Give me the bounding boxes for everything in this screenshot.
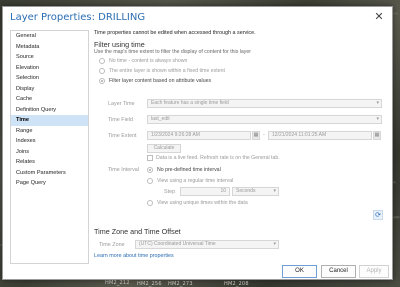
nav-item-range[interactable]: Range [11,126,88,137]
time-extent-separator: - [263,132,265,138]
filter-section-title: Filter using time [94,40,145,49]
nav-item-elevation[interactable]: Elevation [11,63,88,74]
service-notice: Time properties cannot be edited when ac… [94,30,256,36]
chevron-down-icon: ▾ [273,241,276,247]
radio-icon [99,58,105,64]
time-zone-label: Time Zone [99,242,125,248]
filter-option-fixed-extent[interactable]: The entire layer is shown within a fixed… [99,68,225,74]
nav-item-display[interactable]: Display [11,84,88,95]
filter-option-no-time[interactable]: No time - content is always shown [99,58,187,64]
filter-section-desc: Use the map's time extent to filter the … [94,49,251,55]
map-label: HM2_208 [224,281,249,287]
time-extent-end-input[interactable]: 12/21/2024 11:01:25 AM [268,131,372,140]
layer-time-dropdown[interactable]: Each feature has a single time field ▾ [147,99,382,108]
time-interval-label: Time Interval [108,167,139,173]
cancel-button[interactable]: Cancel [321,265,356,278]
interval-option-unique[interactable]: View using unique times within the data [147,200,248,206]
radio-checked-icon [99,78,105,84]
title-bar[interactable]: Layer Properties: DRILLING ✕ [3,7,392,29]
ok-button[interactable]: OK [282,265,317,278]
nav-item-time[interactable]: Time [11,115,88,126]
map-label: HM2_212 [105,280,130,286]
step-value-input[interactable]: 10 [180,187,230,196]
time-field-label: Time Field [108,117,133,123]
learn-more-link[interactable]: Learn more about time properties [94,253,174,259]
step-label: Step [164,189,176,195]
calendar-icon[interactable]: ▦ [373,131,381,140]
time-properties-panel: Time properties cannot be edited when ac… [94,30,390,264]
nav-item-relates[interactable]: Relates [11,157,88,168]
map-label: HM2_256 [137,281,162,287]
time-extent-label: Time Extent [108,133,137,139]
timezone-section-title: Time Zone and Time Offset [94,227,181,236]
chevron-down-icon: ▾ [273,188,276,194]
filter-option-attribute[interactable]: Filter layer content based on attribute … [99,78,211,84]
nav-item-general[interactable]: General [11,31,88,42]
nav-item-joins[interactable]: Joins [11,147,88,158]
time-zone-dropdown[interactable]: (UTC) Coordinated Universal Time ▾ [135,240,279,249]
properties-nav: General Metadata Source Elevation Select… [10,30,89,264]
interval-option-none[interactable]: No pre-defined time interval [147,167,221,173]
map-label: HM2_273 [168,281,193,287]
close-icon[interactable]: ✕ [372,10,386,24]
step-unit-dropdown[interactable]: Seconds ▾ [232,187,279,196]
interval-option-regular[interactable]: View using a regular time interval [147,178,233,184]
nav-item-selection[interactable]: Selection [11,73,88,84]
dialog-title: Layer Properties: DRILLING [10,12,146,23]
calendar-icon[interactable]: ▦ [252,131,260,140]
chevron-down-icon: ▾ [376,116,379,122]
radio-icon [147,178,153,184]
nav-item-metadata[interactable]: Metadata [11,42,88,53]
radio-icon [147,200,153,206]
apply-button[interactable]: Apply [359,265,389,278]
calculate-button[interactable]: Calculate [147,144,181,153]
radio-checked-icon [147,167,153,173]
nav-item-page-query[interactable]: Page Query [11,178,88,189]
nav-item-indexes[interactable]: Indexes [11,136,88,147]
nav-item-definition-query[interactable]: Definition Query [11,105,88,116]
nav-item-cache[interactable]: Cache [11,94,88,105]
nav-item-source[interactable]: Source [11,52,88,63]
chevron-down-icon: ▾ [376,100,379,106]
time-extent-start-input[interactable]: 1/23/2024 9:26:28 AM [147,131,251,140]
checkbox-icon [147,155,153,161]
nav-item-custom-parameters[interactable]: Custom Parameters [11,168,88,179]
layer-time-label: Layer Time [108,101,135,107]
time-field-dropdown[interactable]: last_edit ▾ [147,115,382,124]
radio-icon [99,68,105,74]
layer-properties-dialog: Layer Properties: DRILLING ✕ General Met… [2,6,393,280]
refresh-icon[interactable]: ⟳ [373,210,383,220]
live-feed-checkbox[interactable]: Data is a live feed. Refresh rate is on … [147,155,280,161]
